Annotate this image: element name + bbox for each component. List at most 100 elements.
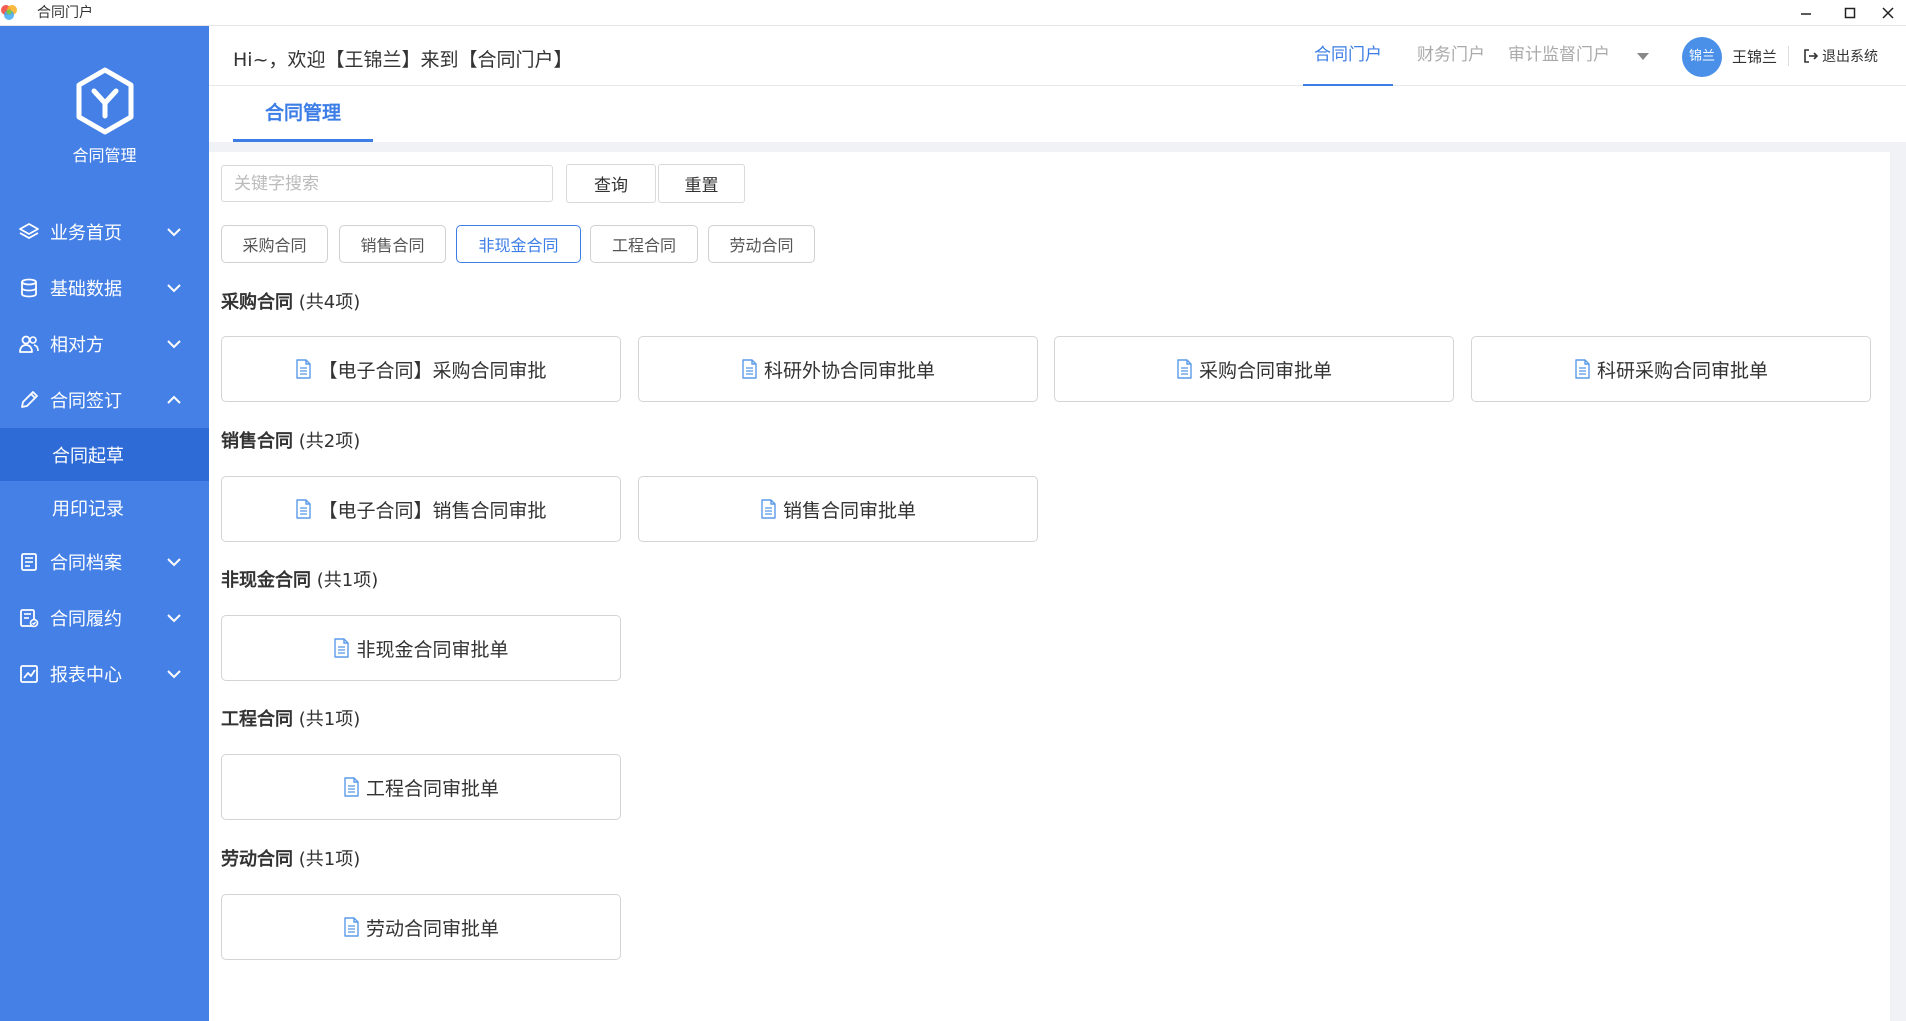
header-divider	[1788, 46, 1789, 66]
maximize-icon	[1844, 7, 1856, 19]
section-title-engineering: 工程合同 (共1项)	[221, 705, 360, 731]
contract-template-card[interactable]: 劳动合同审批单	[221, 894, 621, 960]
document-icon	[742, 359, 757, 379]
filter-non-cash[interactable]: 非现金合同	[456, 225, 581, 263]
reset-button[interactable]: 重置	[658, 164, 745, 203]
card-label: 采购合同审批单	[1198, 359, 1332, 382]
search-input[interactable]	[221, 165, 553, 202]
section-name: 非现金合同	[221, 570, 311, 591]
card-label: 销售合同审批单	[782, 499, 916, 522]
filter-labor[interactable]: 劳动合同	[708, 225, 815, 263]
section-name: 工程合同	[221, 709, 293, 730]
layers-icon	[18, 221, 40, 243]
card-label: 劳动合同审批单	[365, 917, 499, 940]
cube-y-icon	[76, 67, 133, 135]
card-label: 非现金合同审批单	[356, 638, 509, 661]
card-label: 【电子合同】销售合同审批	[318, 499, 547, 522]
tab-contract-management[interactable]: 合同管理	[233, 86, 373, 142]
section-count: (共2项)	[298, 431, 361, 452]
maximize-button[interactable]	[1832, 0, 1868, 26]
database-icon	[18, 277, 40, 299]
sidebar-subitem-seal-record[interactable]: 用印记录	[0, 481, 209, 534]
book-icon	[18, 551, 40, 573]
card-label: 科研采购合同审批单	[1596, 359, 1768, 382]
contract-template-card[interactable]: 【电子合同】采购合同审批	[221, 336, 621, 402]
document-icon	[344, 777, 359, 797]
tab-audit-portal[interactable]: 审计监督门户	[1508, 26, 1610, 86]
contract-template-card[interactable]: 【电子合同】销售合同审批	[221, 476, 621, 542]
chevron-down-icon	[167, 228, 181, 237]
section-title-purchase: 采购合同 (共4项)	[221, 288, 360, 314]
sidebar: 合同管理 业务首页 基础数据 相对方 合同签订 合同起草 用印记录 合同档案 合…	[0, 26, 209, 1021]
minimize-button[interactable]	[1788, 0, 1824, 26]
query-button[interactable]: 查询	[566, 164, 656, 203]
tab-finance-portal[interactable]: 财务门户	[1417, 26, 1485, 86]
sidebar-subitem-contract-draft[interactable]: 合同起草	[0, 428, 209, 481]
document-icon	[296, 499, 312, 519]
document-icon	[296, 359, 312, 379]
filter-sales[interactable]: 销售合同	[339, 225, 446, 263]
page-tabbar: 合同管理	[209, 86, 1906, 142]
username: 王锦兰	[1732, 48, 1778, 66]
chevron-down-icon	[167, 614, 181, 623]
logout-button[interactable]: 退出系统	[1802, 44, 1878, 68]
section-count: (共1项)	[298, 709, 361, 730]
document-icon	[334, 638, 350, 658]
contract-template-card[interactable]: 科研采购合同审批单	[1471, 336, 1871, 402]
section-name: 采购合同	[221, 292, 293, 313]
caret-down-icon[interactable]	[1635, 48, 1651, 64]
filter-engineering[interactable]: 工程合同	[590, 225, 698, 263]
section-title-non-cash: 非现金合同 (共1项)	[221, 566, 378, 592]
chevron-up-icon	[167, 395, 181, 404]
close-button[interactable]	[1870, 0, 1906, 26]
sidebar-item-label: 业务首页	[50, 223, 122, 244]
chevron-down-icon	[167, 284, 181, 293]
chevron-down-icon	[167, 670, 181, 679]
sidebar-item-contract-performance[interactable]: 合同履约	[0, 590, 209, 646]
sidebar-item-contract-archive[interactable]: 合同档案	[0, 534, 209, 590]
sidebar-item-label: 相对方	[50, 335, 104, 356]
sidebar-item-business-home[interactable]: 业务首页	[0, 204, 209, 260]
sidebar-item-label: 基础数据	[50, 279, 122, 300]
chevron-down-icon	[167, 558, 181, 567]
contract-template-card[interactable]: 采购合同审批单	[1054, 336, 1454, 402]
section-name: 劳动合同	[221, 849, 293, 870]
brand-name: 合同管理	[72, 146, 137, 165]
contract-template-card[interactable]: 销售合同审批单	[638, 476, 1038, 542]
logout-label: 退出系统	[1822, 49, 1878, 65]
brand: 合同管理	[0, 66, 209, 166]
logout-icon	[1804, 49, 1819, 63]
minimize-icon	[1801, 13, 1811, 15]
sidebar-item-base-data[interactable]: 基础数据	[0, 260, 209, 316]
sidebar-item-contract-signing[interactable]: 合同签订	[0, 372, 209, 428]
filter-purchase[interactable]: 采购合同	[221, 225, 328, 263]
sidebar-item-label: 合同签订	[50, 391, 122, 412]
sidebar-item-report-center[interactable]: 报表中心	[0, 646, 209, 702]
content-gap	[209, 142, 1906, 152]
window-title: 合同门户	[37, 5, 93, 21]
sidebar-item-label: 合同档案	[50, 553, 122, 574]
document-icon	[1177, 359, 1192, 379]
document-icon	[1575, 359, 1590, 379]
section-count: (共1项)	[298, 849, 361, 870]
users-icon	[18, 333, 40, 355]
contract-template-card[interactable]: 科研外协合同审批单	[638, 336, 1038, 402]
tab-contract-portal[interactable]: 合同门户	[1303, 26, 1393, 86]
document-icon	[761, 499, 776, 519]
app-logo-icon	[1, 5, 17, 20]
contract-template-card[interactable]: 工程合同审批单	[221, 754, 621, 820]
sidebar-item-label: 合同履约	[50, 609, 122, 630]
content-right-gutter	[1890, 142, 1906, 1021]
chart-icon	[18, 663, 40, 685]
avatar[interactable]: 锦兰	[1682, 37, 1722, 77]
welcome-text: Hi~，欢迎【王锦兰】来到【合同门户】	[233, 49, 573, 71]
sidebar-item-label: 报表中心	[50, 665, 122, 686]
main-content: 查询 重置 采购合同 销售合同 非现金合同 工程合同 劳动合同 采购合同 (共4…	[209, 152, 1890, 1021]
section-count: (共4项)	[298, 292, 361, 313]
sidebar-menu: 业务首页 基础数据 相对方 合同签订 合同起草 用印记录 合同档案 合同履约 报…	[0, 204, 209, 702]
section-title-sales: 销售合同 (共2项)	[221, 427, 360, 453]
contract-template-card[interactable]: 非现金合同审批单	[221, 615, 621, 681]
section-title-labor: 劳动合同 (共1项)	[221, 845, 360, 871]
sidebar-item-counterparty[interactable]: 相对方	[0, 316, 209, 372]
card-label: 工程合同审批单	[365, 777, 499, 800]
